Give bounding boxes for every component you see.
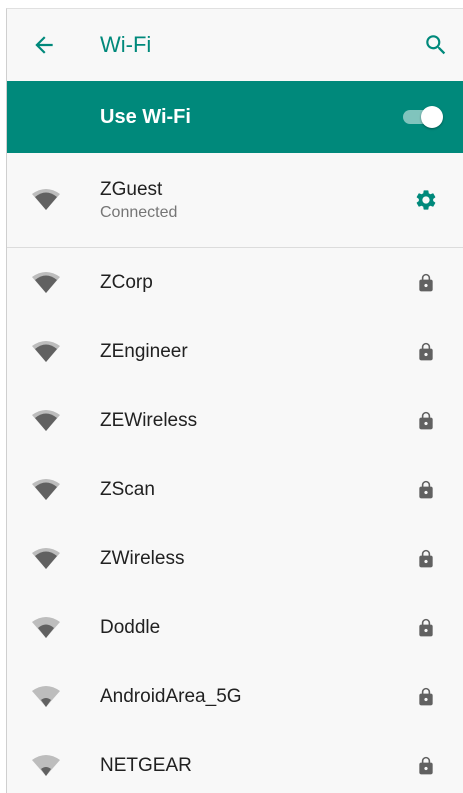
app-bar: Wi-Fi [7, 9, 463, 81]
search-button[interactable] [417, 26, 455, 64]
back-button[interactable] [25, 26, 63, 64]
wifi-signal-icon [32, 547, 60, 569]
page-title: Wi-Fi [100, 32, 152, 57]
lock-icon-wrap [414, 685, 438, 709]
network-row[interactable]: NETGEAR [7, 731, 463, 793]
network-settings-button[interactable] [414, 188, 438, 212]
network-name: Doddle [100, 616, 161, 638]
connected-network-row[interactable]: ZGuest Connected [7, 153, 463, 248]
search-icon [426, 35, 446, 55]
lock-icon-wrap [414, 478, 438, 502]
network-row[interactable]: ZEWireless [7, 386, 463, 455]
network-name: AndroidArea_5G [100, 685, 242, 707]
lock-icon [419, 273, 433, 291]
network-row[interactable]: ZEngineer [7, 317, 463, 386]
arrow-back-icon [35, 36, 53, 54]
use-wifi-row[interactable]: Use Wi-Fi [7, 81, 463, 153]
network-name: ZScan [100, 478, 155, 500]
network-name: ZEWireless [100, 409, 198, 431]
lock-icon [419, 411, 433, 429]
lock-icon [419, 342, 433, 360]
wifi-settings-screen: Wi-Fi Use Wi-Fi ZGuest Connected ZCorp ZE [6, 8, 463, 793]
lock-icon [419, 480, 433, 498]
lock-icon [419, 618, 433, 636]
lock-icon-wrap [414, 271, 438, 295]
network-row[interactable]: AndroidArea_5G [7, 662, 463, 731]
network-row[interactable]: ZCorp [7, 248, 463, 317]
lock-icon-wrap [414, 340, 438, 364]
network-name: NETGEAR [100, 754, 192, 776]
network-name: ZEngineer [100, 340, 188, 362]
gear-icon [416, 190, 436, 210]
network-name: ZGuest [100, 178, 163, 200]
lock-icon-wrap [414, 754, 438, 778]
network-row[interactable]: ZWireless [7, 524, 463, 593]
wifi-signal-icon [32, 189, 60, 210]
network-row[interactable]: Doddle [7, 593, 463, 662]
network-row[interactable]: ZScan [7, 455, 463, 524]
lock-icon [419, 687, 433, 705]
wifi-signal-icon [32, 271, 60, 293]
wifi-toggle[interactable] [401, 106, 443, 128]
wifi-signal-icon [32, 616, 60, 638]
lock-icon-wrap [414, 547, 438, 571]
wifi-signal-icon [32, 754, 60, 776]
wifi-signal-icon [32, 685, 60, 707]
lock-icon [419, 756, 433, 774]
network-status: Connected [100, 203, 178, 221]
lock-icon-wrap [414, 409, 438, 433]
network-name: ZWireless [100, 547, 185, 569]
wifi-signal-icon [32, 409, 60, 431]
lock-icon-wrap [414, 616, 438, 640]
wifi-signal-icon [32, 340, 60, 362]
available-networks-list: ZCorp ZEngineer ZEWireless ZScan ZWireless Do… [7, 248, 463, 793]
network-name: ZCorp [100, 271, 153, 293]
wifi-signal-icon [32, 478, 60, 500]
toggle-thumb [421, 106, 443, 128]
lock-icon [419, 549, 433, 567]
use-wifi-label: Use Wi-Fi [100, 105, 191, 128]
